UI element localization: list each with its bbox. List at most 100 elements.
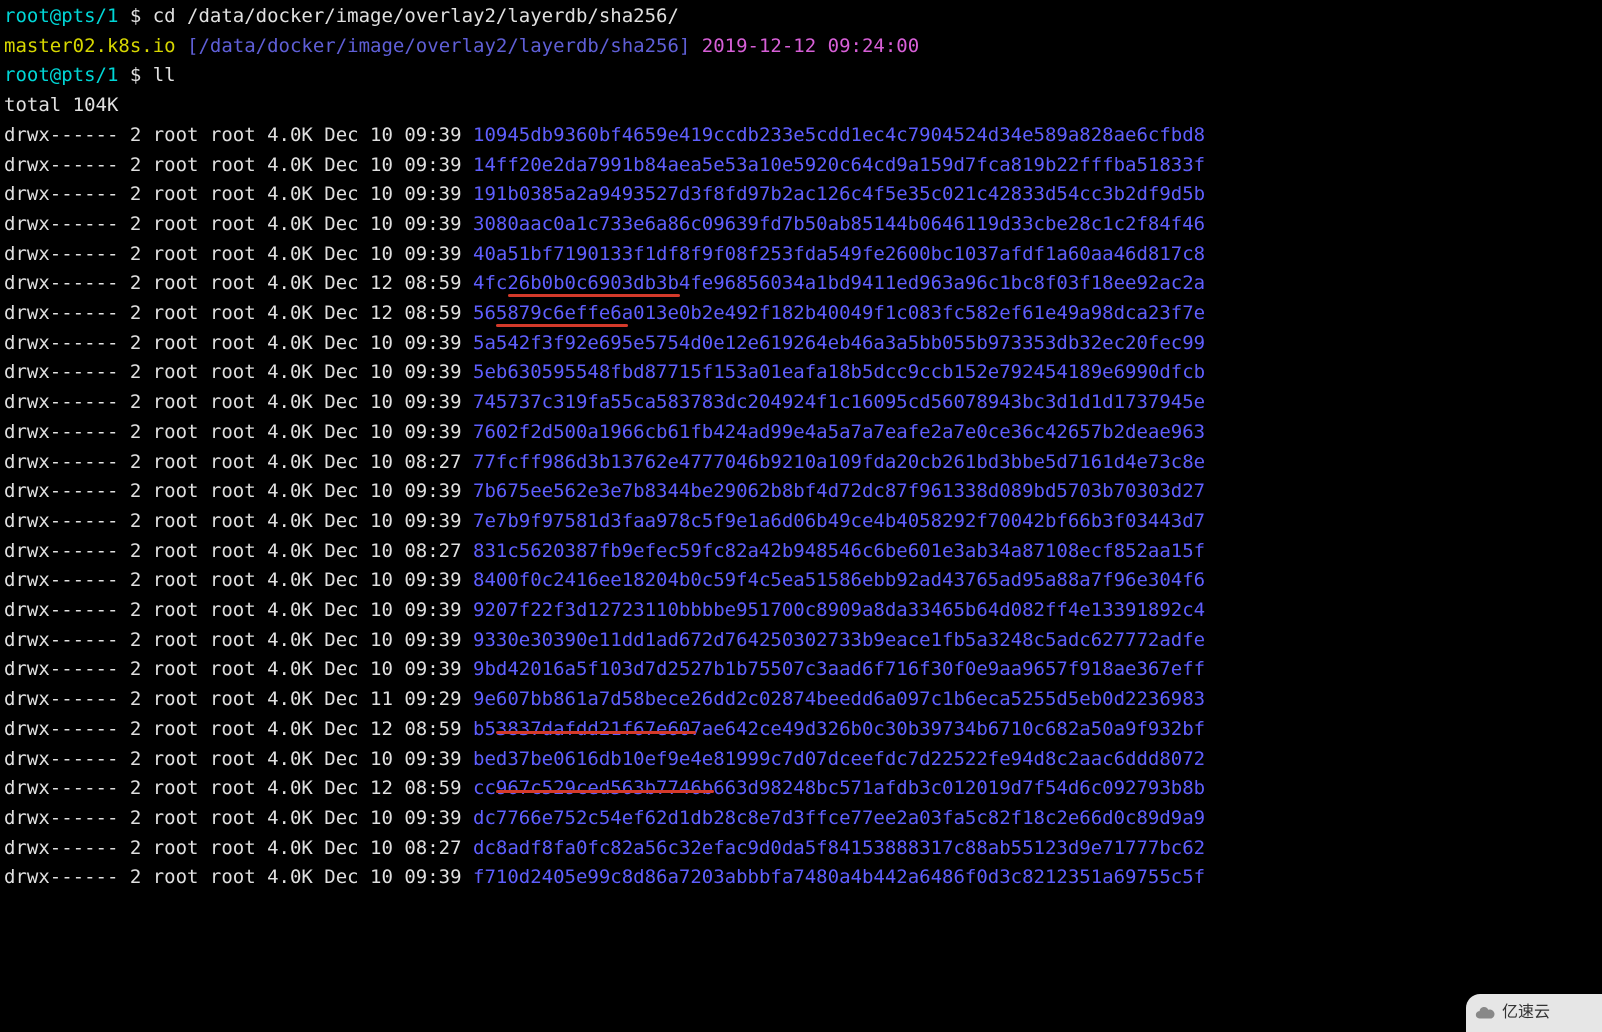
ls-permissions: drwx------ 2 root root 4.0K: [4, 451, 324, 473]
terminal-line: drwx------ 2 root root 4.0K Dec 10 08:27…: [4, 537, 1598, 567]
ls-dirname: 14ff20e2da7991b84aea5e53a10e5920c64cd9a1…: [473, 154, 1205, 176]
prompt-dollar: $: [118, 64, 152, 86]
ls-permissions: drwx------ 2 root root 4.0K: [4, 510, 324, 532]
ls-permissions: drwx------ 2 root root 4.0K: [4, 302, 324, 324]
ls-permissions: drwx------ 2 root root 4.0K: [4, 837, 324, 859]
terminal-line: drwx------ 2 root root 4.0K Dec 10 09:39…: [4, 626, 1598, 656]
status-timestamp: 2019-12-12 09:24:00: [690, 35, 919, 57]
annotation-underline: [496, 324, 628, 327]
ls-datetime: Dec 10 09:39: [324, 391, 473, 413]
ls-datetime: Dec 12 08:59: [324, 718, 473, 740]
status-path: [/data/docker/image/overlay2/layerdb/sha…: [176, 35, 691, 57]
terminal-line: drwx------ 2 root root 4.0K Dec 12 08:59…: [4, 715, 1598, 745]
ls-datetime: Dec 10 09:39: [324, 658, 473, 680]
ls-datetime: Dec 10 08:27: [324, 837, 473, 859]
ls-permissions: drwx------ 2 root root 4.0K: [4, 213, 324, 235]
ls-datetime: Dec 10 09:39: [324, 510, 473, 532]
ls-dirname: 831c5620387fb9efec59fc82a42b948546c6be60…: [473, 540, 1205, 562]
ls-dirname: b53837dafdd21f67e607ae642ce49d326b0c30b3…: [473, 718, 1205, 740]
terminal-line: drwx------ 2 root root 4.0K Dec 10 09:39…: [4, 121, 1598, 151]
ls-dirname: 9207f22f3d12723110bbbbe951700c8909a8da33…: [473, 599, 1205, 621]
ls-datetime: Dec 10 09:39: [324, 243, 473, 265]
annotation-underline: [496, 731, 696, 734]
ls-permissions: drwx------ 2 root root 4.0K: [4, 332, 324, 354]
ls-dirname: 4fc26b0b0c6903db3b4fe96856034a1bd9411ed9…: [473, 272, 1205, 294]
terminal-line: master02.k8s.io [/data/docker/image/over…: [4, 32, 1598, 62]
ls-total: total 104K: [4, 94, 118, 116]
ls-datetime: Dec 12 08:59: [324, 272, 473, 294]
ls-datetime: Dec 10 09:39: [324, 599, 473, 621]
prompt-userhost: root@pts/1: [4, 64, 118, 86]
prompt-command: cd /data/docker/image/overlay2/layerdb/s…: [153, 5, 679, 27]
ls-datetime: Dec 10 09:39: [324, 154, 473, 176]
ls-dirname: 745737c319fa55ca583783dc204924f1c16095cd…: [473, 391, 1205, 413]
ls-datetime: Dec 10 08:27: [324, 540, 473, 562]
ls-dirname: 7b675ee562e3e7b8344be29062b8bf4d72dc87f9…: [473, 480, 1205, 502]
terminal-line: drwx------ 2 root root 4.0K Dec 10 09:39…: [4, 863, 1598, 893]
ls-dirname: 191b0385a2a9493527d3f8fd97b2ac126c4f5e35…: [473, 183, 1205, 205]
terminal-line: total 104K: [4, 91, 1598, 121]
terminal-line: drwx------ 2 root root 4.0K Dec 10 09:39…: [4, 388, 1598, 418]
ls-permissions: drwx------ 2 root root 4.0K: [4, 866, 324, 888]
terminal-line: drwx------ 2 root root 4.0K Dec 10 08:27…: [4, 834, 1598, 864]
ls-dirname: f710d2405e99c8d86a7203abbbfa7480a4b442a6…: [473, 866, 1205, 888]
terminal-line: drwx------ 2 root root 4.0K Dec 10 09:39…: [4, 358, 1598, 388]
ls-dirname: dc8adf8fa0fc82a56c32efac9d0da5f841538883…: [473, 837, 1205, 859]
ls-datetime: Dec 10 09:39: [324, 421, 473, 443]
ls-datetime: Dec 10 09:39: [324, 361, 473, 383]
terminal-line: drwx------ 2 root root 4.0K Dec 10 09:39…: [4, 329, 1598, 359]
terminal-line: drwx------ 2 root root 4.0K Dec 10 09:39…: [4, 210, 1598, 240]
annotation-underline: [508, 294, 680, 297]
terminal-line: drwx------ 2 root root 4.0K Dec 12 08:59…: [4, 774, 1598, 804]
watermark-text: 亿速云: [1502, 998, 1550, 1028]
ls-dirname: bed37be0616db10ef9e4e81999c7d07dceefdc7d…: [473, 748, 1205, 770]
terminal-output[interactable]: root@pts/1 $ cd /data/docker/image/overl…: [0, 0, 1602, 895]
terminal-line: root@pts/1 $ ll: [4, 61, 1598, 91]
terminal-line: drwx------ 2 root root 4.0K Dec 10 09:39…: [4, 507, 1598, 537]
ls-dirname: cc967c529ced563b7746b663d98248bc571afdb3…: [473, 777, 1205, 799]
ls-datetime: Dec 11 09:29: [324, 688, 473, 710]
terminal-line: drwx------ 2 root root 4.0K Dec 10 09:39…: [4, 566, 1598, 596]
terminal-line: drwx------ 2 root root 4.0K Dec 10 09:39…: [4, 745, 1598, 775]
terminal-line: drwx------ 2 root root 4.0K Dec 10 09:39…: [4, 596, 1598, 626]
ls-datetime: Dec 10 09:39: [324, 807, 473, 829]
prompt-dollar: $: [118, 5, 152, 27]
ls-dirname: 5a542f3f92e695e5754d0e12e619264eb46a3a5b…: [473, 332, 1205, 354]
terminal-line: drwx------ 2 root root 4.0K Dec 10 09:39…: [4, 151, 1598, 181]
terminal-line: drwx------ 2 root root 4.0K Dec 12 08:59…: [4, 269, 1598, 299]
terminal-line: drwx------ 2 root root 4.0K Dec 12 08:59…: [4, 299, 1598, 329]
ls-dirname: 9bd42016a5f103d7d2527b1b75507c3aad6f716f…: [473, 658, 1205, 680]
ls-permissions: drwx------ 2 root root 4.0K: [4, 658, 324, 680]
terminal-line: drwx------ 2 root root 4.0K Dec 10 09:39…: [4, 418, 1598, 448]
ls-dirname: 7602f2d500a1966cb61fb424ad99e4a5a7a7eafe…: [473, 421, 1205, 443]
terminal-line: drwx------ 2 root root 4.0K Dec 10 09:39…: [4, 655, 1598, 685]
ls-permissions: drwx------ 2 root root 4.0K: [4, 154, 324, 176]
ls-dirname: 9e607bb861a7d58bece26dd2c02874beedd6a097…: [473, 688, 1205, 710]
ls-datetime: Dec 10 09:39: [324, 183, 473, 205]
ls-datetime: Dec 10 09:39: [324, 748, 473, 770]
ls-permissions: drwx------ 2 root root 4.0K: [4, 777, 324, 799]
ls-dirname: 9330e30390e11dd1ad672d764250302733b9eace…: [473, 629, 1205, 651]
ls-datetime: Dec 12 08:59: [324, 777, 473, 799]
ls-datetime: Dec 12 08:59: [324, 302, 473, 324]
watermark-badge: 亿速云: [1466, 994, 1602, 1032]
ls-dirname: 77fcff986d3b13762e4777046b9210a109fda20c…: [473, 451, 1205, 473]
ls-dirname: 5eb630595548fbd87715f153a01eafa18b5dcc9c…: [473, 361, 1205, 383]
ls-permissions: drwx------ 2 root root 4.0K: [4, 124, 324, 146]
terminal-line: drwx------ 2 root root 4.0K Dec 10 09:39…: [4, 477, 1598, 507]
ls-datetime: Dec 10 09:39: [324, 332, 473, 354]
ls-datetime: Dec 10 09:39: [324, 866, 473, 888]
ls-datetime: Dec 10 09:39: [324, 480, 473, 502]
ls-datetime: Dec 10 09:39: [324, 569, 473, 591]
ls-dirname: dc7766e752c54ef62d1db28c8e7d3ffce77ee2a0…: [473, 807, 1205, 829]
ls-permissions: drwx------ 2 root root 4.0K: [4, 272, 324, 294]
ls-permissions: drwx------ 2 root root 4.0K: [4, 391, 324, 413]
status-host: master02.k8s.io: [4, 35, 176, 57]
ls-permissions: drwx------ 2 root root 4.0K: [4, 540, 324, 562]
ls-dirname: 8400f0c2416ee18204b0c59f4c5ea51586ebb92a…: [473, 569, 1205, 591]
ls-dirname: 7e7b9f97581d3faa978c5f9e1a6d06b49ce4b405…: [473, 510, 1205, 532]
ls-dirname: 10945db9360bf4659e419ccdb233e5cdd1ec4c79…: [473, 124, 1205, 146]
ls-datetime: Dec 10 09:39: [324, 629, 473, 651]
ls-datetime: Dec 10 09:39: [324, 213, 473, 235]
terminal-line: drwx------ 2 root root 4.0K Dec 10 08:27…: [4, 448, 1598, 478]
